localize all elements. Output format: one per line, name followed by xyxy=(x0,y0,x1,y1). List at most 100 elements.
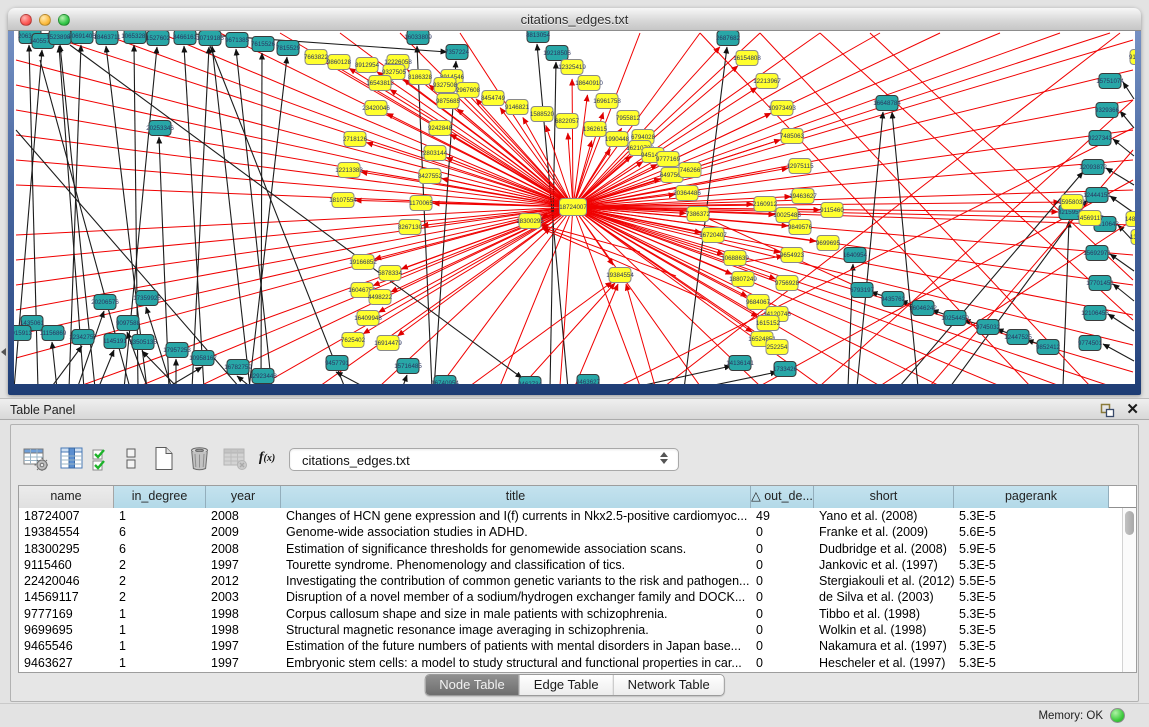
column-header-name[interactable]: name xyxy=(19,486,114,508)
graph-node[interactable]: 18463711 xyxy=(93,31,121,45)
graph-node[interactable]: 15716485 xyxy=(394,359,422,374)
graph-node[interactable]: 9849576 xyxy=(788,220,813,235)
graph-node[interactable]: 252254 xyxy=(766,340,788,355)
graph-node[interactable]: 7386372 xyxy=(686,207,711,222)
graph-edge[interactable] xyxy=(261,53,262,384)
table-scrollbar-thumb[interactable] xyxy=(1125,511,1134,535)
graph-node[interactable]: 9097588 xyxy=(116,316,141,331)
table-row[interactable]: 1456911722003Disruption of a novel membe… xyxy=(19,589,1122,605)
graph-node[interactable]: 5878334 xyxy=(378,266,403,281)
graph-node[interactable]: 8466161 xyxy=(173,31,198,45)
graph-edge[interactable] xyxy=(212,46,250,384)
graph-node[interactable]: 16409948 xyxy=(354,311,382,326)
graph-edge[interactable] xyxy=(52,342,57,384)
graph-edge[interactable] xyxy=(870,33,1133,280)
graph-node[interactable]: 1733426 xyxy=(773,362,798,377)
graph-edge[interactable] xyxy=(573,70,1133,207)
graph-edge[interactable] xyxy=(573,40,1133,207)
graph-edge[interactable] xyxy=(165,367,202,384)
graph-node[interactable]: 2967608 xyxy=(456,83,481,98)
graph-edge[interactable] xyxy=(1108,314,1134,331)
graph-node[interactable]: 1145191 xyxy=(103,334,127,349)
graph-node[interactable]: 19166852 xyxy=(349,255,377,270)
graph-edge[interactable] xyxy=(16,60,573,207)
graph-node[interactable]: 9327508 xyxy=(433,78,458,93)
graph-node[interactable]: 16033809 xyxy=(404,31,432,45)
graph-node[interactable]: 20253346 xyxy=(146,121,174,136)
column-header-out_de[interactable]: △ out_de... xyxy=(751,486,814,508)
graph-edge[interactable] xyxy=(16,160,573,207)
graph-edge[interactable] xyxy=(236,49,272,384)
graph-edge[interactable] xyxy=(573,207,640,384)
table-row[interactable]: 911546021997Tourette syndrome. Phenomeno… xyxy=(19,557,1122,573)
graph-edge[interactable] xyxy=(470,282,612,384)
column-header-year[interactable]: year xyxy=(206,486,281,508)
graph-node[interactable]: 16740954 xyxy=(431,376,459,385)
table-row[interactable]: 2242004622012Investigating the contribut… xyxy=(19,573,1122,589)
graph-node[interactable]: 2160912 xyxy=(753,197,778,212)
graph-node[interactable]: 8454749 xyxy=(481,91,506,106)
graph-node[interactable]: 3915913 xyxy=(14,326,33,341)
tab-edge-table[interactable]: Edge Table xyxy=(519,675,613,695)
rows-icon[interactable] xyxy=(119,442,143,474)
column-header-short[interactable]: short xyxy=(814,486,954,508)
graph-edge[interactable] xyxy=(573,207,1000,384)
graph-node[interactable]: 16154808 xyxy=(733,51,761,66)
graph-node[interactable]: 18807249 xyxy=(729,272,757,287)
graph-node[interactable]: 13505135 xyxy=(129,335,157,350)
graph-node[interactable]: 16543812 xyxy=(366,76,394,91)
graph-node[interactable]: 9115460 xyxy=(820,203,844,218)
graph-node[interactable]: 12447525 xyxy=(1004,330,1032,345)
graph-edge[interactable] xyxy=(134,45,138,384)
graph-node[interactable]: 20206576 xyxy=(91,295,119,310)
graph-node[interactable]: 9457791 xyxy=(325,356,350,371)
graph-edge[interactable] xyxy=(700,372,777,384)
graph-node[interactable]: 12975115 xyxy=(786,159,814,174)
graph-node[interactable]: 9774501 xyxy=(1078,336,1103,351)
close-panel-icon[interactable]: ✕ xyxy=(1126,400,1139,418)
graph-edge[interactable] xyxy=(760,33,1090,384)
graph-edge[interactable] xyxy=(1103,344,1134,361)
graph-node[interactable]: 8267130 xyxy=(398,220,423,235)
graph-node[interactable]: 12923448 xyxy=(249,369,277,384)
graph-edge[interactable] xyxy=(573,207,776,279)
graph-node[interactable]: 7663822 xyxy=(304,50,329,65)
function-builder-icon[interactable]: f(x) xyxy=(255,442,279,474)
graph-node[interactable]: 12213383 xyxy=(335,163,363,178)
graph-edge[interactable] xyxy=(1113,139,1134,156)
graph-node[interactable]: 10958167 xyxy=(189,351,217,366)
table-scrollbar[interactable] xyxy=(1122,508,1136,672)
graph-node[interactable]: 1170065 xyxy=(409,196,433,211)
tab-node-table[interactable]: Node Table xyxy=(425,675,519,695)
graph-node[interactable]: 4498222 xyxy=(368,290,393,305)
delete-trash-icon[interactable] xyxy=(183,442,215,474)
graph-node[interactable]: 8813054 xyxy=(526,31,551,43)
table-settings-icon[interactable] xyxy=(19,442,51,474)
graph-node[interactable]: 7625402 xyxy=(341,333,366,348)
graph-node[interactable]: 12444151 xyxy=(1083,188,1111,203)
graph-node[interactable]: 17701451 xyxy=(1086,276,1114,291)
table-row[interactable]: 946362711997Embryonic stem cells: a mode… xyxy=(19,655,1122,671)
graph-node[interactable]: 12325419 xyxy=(558,60,586,75)
graph-node[interactable]: 8912954 xyxy=(355,58,380,73)
graph-edge[interactable] xyxy=(573,33,1060,207)
graph-edge[interactable] xyxy=(1120,111,1134,128)
graph-node[interactable]: 15958031 xyxy=(1058,195,1086,210)
graph-node[interactable]: 16914479 xyxy=(374,336,402,351)
graph-node[interactable]: 9852412 xyxy=(1036,340,1061,355)
graph-node[interactable]: 10973493 xyxy=(768,101,796,116)
graph-node[interactable]: 10688639 xyxy=(721,251,749,266)
graph-node[interactable]: 16648784 xyxy=(873,96,901,111)
graph-edge[interactable] xyxy=(16,207,573,235)
graph-node[interactable]: 19218506 xyxy=(543,46,571,61)
table-row[interactable]: 1872400712008Changes of HCN gene express… xyxy=(19,508,1122,524)
graph-node[interactable]: 8427552 xyxy=(418,169,443,184)
graph-node[interactable]: 12213967 xyxy=(753,74,781,89)
column-header-pagerank[interactable]: pagerank xyxy=(954,486,1109,508)
table-row[interactable]: 969969511998Structural magnetic resonanc… xyxy=(19,622,1122,638)
graph-node[interactable]: 16720407 xyxy=(699,228,727,243)
graph-node[interactable]: 2718126 xyxy=(343,132,368,147)
graph-node[interactable]: 17957253 xyxy=(163,343,191,358)
graph-edge[interactable] xyxy=(1110,196,1134,213)
graph-edge[interactable] xyxy=(401,207,573,269)
